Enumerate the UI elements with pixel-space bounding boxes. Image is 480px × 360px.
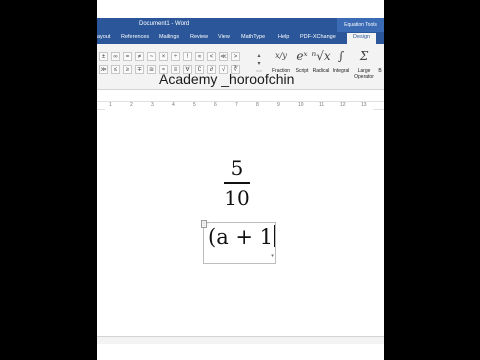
symbol-not-equal[interactable]: ≠ (135, 52, 144, 61)
symbol-less-equal[interactable]: ≤ (111, 65, 120, 74)
symbol-times[interactable]: × (159, 52, 168, 61)
tab-design[interactable]: Design (347, 33, 377, 44)
fraction-icon: x/y (275, 51, 287, 60)
word-window: Document1 - Word Equation Tools ayout Re… (97, 0, 384, 360)
tab-references[interactable]: References (121, 34, 149, 40)
ruler-number: 9 (277, 102, 280, 108)
document-page[interactable]: 5 10 ⋮⋮ (a + 1 ▾ (97, 112, 384, 336)
status-bar (97, 336, 384, 344)
integral-button[interactable]: ∫ Integral (331, 44, 351, 74)
symbol-equals[interactable]: = (123, 52, 132, 61)
tab-view[interactable]: View (218, 34, 230, 40)
ruler-number: 12 (340, 102, 346, 108)
ruler-number: 5 (193, 102, 196, 108)
equation-options-dropdown-icon[interactable]: ▾ (270, 253, 275, 259)
ruler-number: 4 (172, 102, 175, 108)
fraction-equation[interactable]: 5 10 (221, 156, 253, 210)
tab-review[interactable]: Review (190, 34, 208, 40)
title-bar: Document1 - Word Equation Tools (97, 18, 384, 32)
ruler-track: 1 2 3 4 5 6 7 8 9 10 11 12 13 (105, 102, 373, 110)
fraction-button[interactable]: x/y Fraction (270, 44, 292, 74)
ruler-number: 13 (361, 102, 367, 108)
bracket-icon (376, 44, 384, 68)
symbol-proportional[interactable]: ∝ (195, 52, 204, 61)
script-button[interactable]: eˣ Script (293, 44, 311, 74)
ruler-number: 7 (235, 102, 238, 108)
symbol-minus-plus[interactable]: ∓ (135, 65, 144, 74)
ribbon-tabs: ayout References Mailings Review View Ma… (97, 32, 384, 44)
horizontal-ruler[interactable]: 1 2 3 4 5 6 7 8 9 10 11 12 13 (97, 101, 384, 110)
tab-mathtype[interactable]: MathType (241, 34, 265, 40)
symbol-less-than[interactable]: < (207, 52, 216, 61)
numerator: 5 (230, 156, 244, 180)
equation-text: (a + 1 (208, 225, 274, 249)
script-icon: eˣ (296, 49, 308, 63)
integral-icon: ∫ (337, 49, 345, 63)
ruler-number: 10 (298, 102, 304, 108)
tab-mailings[interactable]: Mailings (159, 34, 179, 40)
symbol-much-less[interactable]: ≪ (219, 52, 228, 61)
symbol-much-greater[interactable]: ≫ (99, 65, 108, 74)
equation-editor-box[interactable]: ⋮⋮ (a + 1 ▾ (201, 220, 276, 264)
symbol-greater-than[interactable]: > (231, 52, 240, 61)
symbol-infinity[interactable]: ∞ (111, 52, 120, 61)
symbol-plus-minus[interactable]: ± (99, 52, 108, 61)
radical-button[interactable]: ⁿ√x Radical (311, 44, 331, 74)
denominator: 10 (224, 186, 250, 210)
large-operator-button[interactable]: Σ Large Operator (353, 44, 375, 80)
symbol-factorial[interactable]: ! (183, 52, 192, 61)
ruler-number: 3 (151, 102, 154, 108)
equation-handle-icon[interactable]: ⋮⋮ (201, 220, 210, 228)
radical-icon: ⁿ√x (311, 49, 331, 63)
symbol-divide[interactable]: ÷ (171, 52, 180, 61)
tab-help[interactable]: Help (278, 34, 289, 40)
equation-input[interactable]: (a + 1 (208, 225, 276, 249)
ribbon-design: ± ∞ = ≠ ~ × ÷ ! ∝ < ≪ > ≫ ≤ ≥ ∓ ≅ ≈ ≡ ∀ … (97, 44, 384, 90)
equation-tools-label: Equation Tools (337, 18, 384, 32)
tab-pdf-xchange[interactable]: PDF-XChange (300, 34, 336, 40)
ruler-number: 11 (319, 102, 325, 108)
ruler-number: 1 (109, 102, 112, 108)
bracket-button[interactable]: B (376, 44, 384, 74)
tab-layout[interactable]: ayout (97, 34, 110, 40)
fraction-bar (224, 182, 250, 184)
document-title: Document1 - Word (139, 21, 190, 27)
text-cursor (274, 225, 276, 247)
ruler-number: 2 (130, 102, 133, 108)
watermark-text: Academy _horoofchin (159, 71, 295, 87)
ruler-number: 6 (214, 102, 217, 108)
large-operator-icon: Σ (359, 49, 369, 63)
symbol-greater-equal[interactable]: ≥ (123, 65, 132, 74)
symbol-congruent[interactable]: ≅ (147, 65, 156, 74)
symbol-tilde[interactable]: ~ (147, 52, 156, 61)
ruler-number: 8 (256, 102, 259, 108)
